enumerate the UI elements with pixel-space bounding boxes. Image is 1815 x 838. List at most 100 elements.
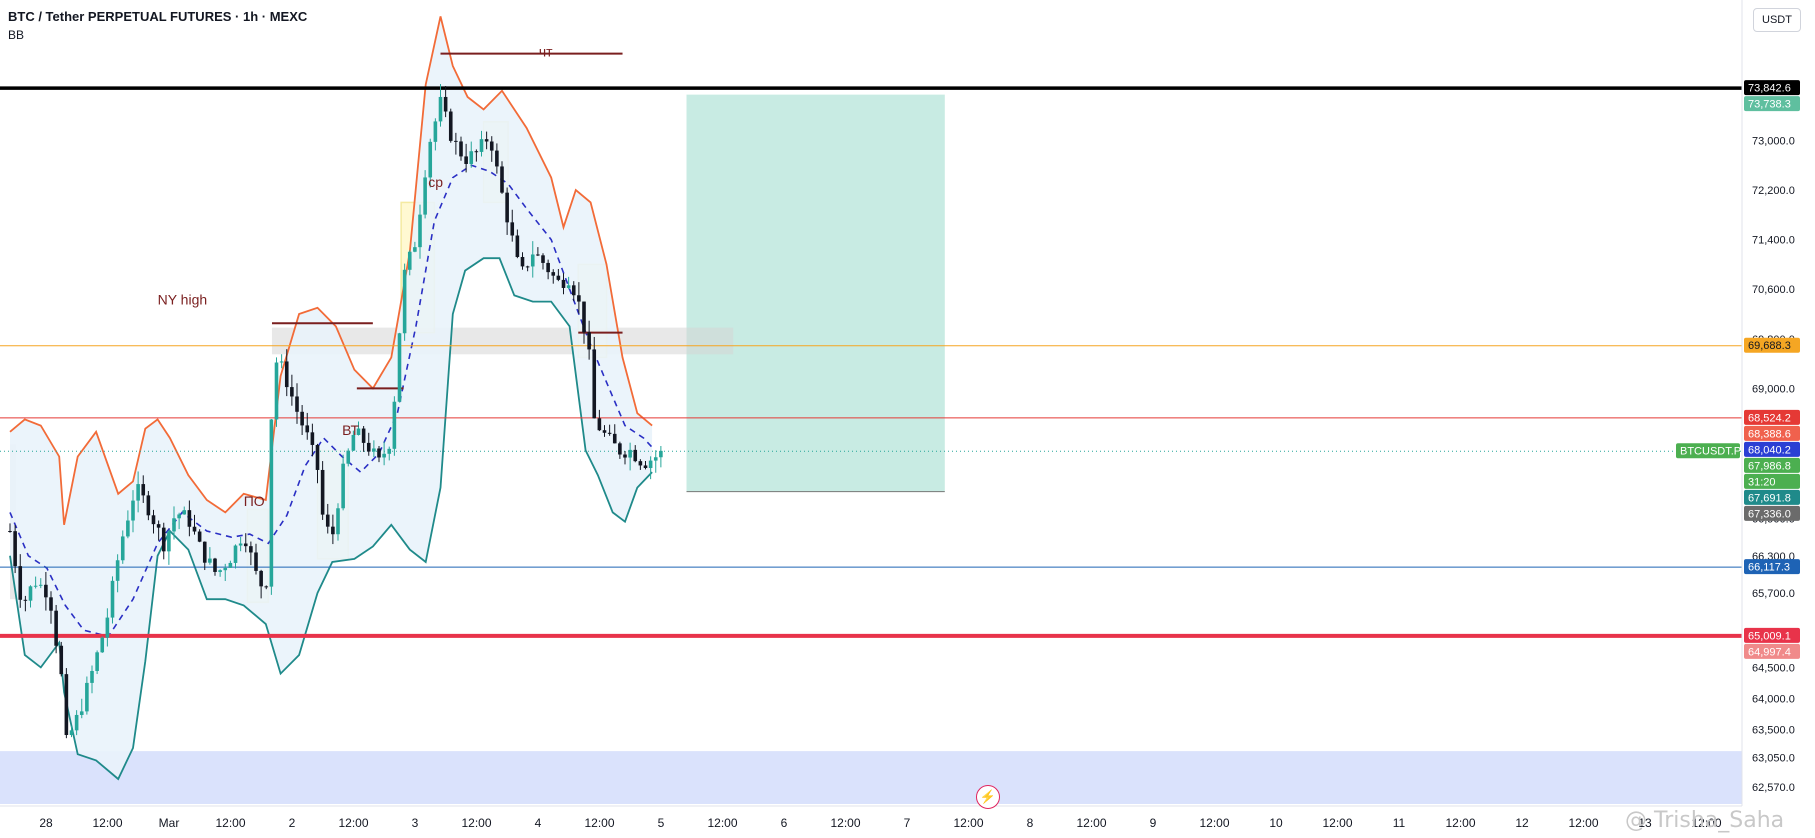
target-zone[interactable]	[686, 94, 945, 492]
price-axis[interactable]: 62,570.0 63,050.0 63,500.0 64,000.0 64,500.0…	[1741, 0, 1815, 806]
candle-body	[44, 584, 48, 598]
time-tick-label: 12:00	[830, 816, 860, 830]
time-tick-label: 8	[1027, 816, 1034, 830]
time-tick-label: Mar	[159, 816, 180, 830]
candle-body	[249, 546, 253, 553]
candle-body	[484, 139, 489, 142]
candle-body	[213, 558, 217, 572]
bollinger-bands	[9, 16, 653, 781]
candle-body	[454, 140, 458, 142]
candle-body	[464, 156, 468, 164]
time-tick-label: 12:00	[338, 816, 368, 830]
price-label: 66,117.3	[1748, 562, 1790, 574]
candle-body	[177, 514, 181, 519]
candle-body	[146, 495, 151, 516]
lightning-bolt-icon[interactable]: ⚡	[976, 785, 1000, 809]
candle-body	[372, 448, 376, 452]
indicator-label[interactable]: BB	[8, 26, 307, 44]
candle-body	[120, 536, 125, 561]
candle-body	[515, 235, 520, 257]
annotation-label: NY high	[158, 292, 208, 308]
time-tick-label: 12:00	[953, 816, 983, 830]
candle-body	[551, 272, 556, 276]
candle-body	[18, 566, 23, 600]
candle-body	[131, 500, 135, 521]
chart-header: BTC / Tether PERPETUAL FUTURES · 1h · ME…	[8, 8, 307, 44]
currency-button[interactable]: USDT	[1753, 8, 1801, 32]
time-tick-label: 12:00	[584, 816, 614, 830]
candle-body	[336, 508, 340, 535]
price-label: 68,040.2	[1748, 444, 1791, 456]
candle-body	[136, 484, 140, 501]
time-tick-label: 2	[289, 816, 296, 830]
time-tick-label: 4	[535, 816, 542, 830]
candle-body	[474, 151, 479, 153]
candle-body	[115, 560, 120, 581]
candle-body	[254, 552, 258, 571]
candle-body	[638, 461, 643, 466]
price-label: 73,738.3	[1748, 99, 1791, 111]
candle-body	[300, 411, 304, 426]
price-chart[interactable]: NY high ВТ ПО ср чт 62,570.0 63,050.0 63,500.0…	[0, 0, 1815, 838]
candle-body	[536, 254, 540, 256]
candle-body	[479, 139, 484, 152]
candle-body	[223, 567, 228, 571]
candle-body	[418, 214, 422, 248]
candle-body	[633, 449, 638, 462]
candle-body	[653, 457, 658, 461]
candle-body	[79, 711, 84, 715]
candle-body	[648, 460, 653, 469]
candle-body	[561, 279, 566, 288]
symbol-title[interactable]: BTC / Tether PERPETUAL FUTURES · 1h · ME…	[8, 8, 307, 26]
candle-body	[105, 617, 110, 638]
time-tick-label: 11	[1393, 816, 1406, 830]
candle-body	[571, 285, 576, 296]
price-tick-label: 71,400.0	[1752, 235, 1795, 247]
candle-body	[182, 510, 187, 515]
price-label: 73,842.6	[1748, 83, 1791, 95]
candle-body	[279, 361, 284, 363]
price-label: 69,688.3	[1748, 340, 1791, 352]
candle-body	[505, 192, 509, 223]
candle-body	[202, 541, 207, 563]
candle-body	[612, 433, 617, 444]
candle-body	[541, 255, 545, 263]
candle-body	[95, 652, 99, 671]
candle-body	[192, 526, 197, 532]
candle-body	[259, 570, 263, 587]
candle-body	[495, 150, 499, 167]
time-tick-label: 12:00	[1445, 816, 1475, 830]
candle-body	[366, 442, 371, 452]
candle-body	[587, 332, 591, 350]
symbol-tag: BTCUSDT.P	[1680, 446, 1741, 458]
price-tick-label: 63,050.0	[1752, 752, 1795, 764]
candle-body	[69, 730, 74, 736]
candle-body	[74, 714, 79, 731]
candle-body	[618, 443, 622, 455]
candle-body	[151, 515, 156, 525]
candle-body	[402, 269, 407, 334]
annotation-label: ВТ	[342, 422, 359, 438]
candle-body	[407, 251, 412, 270]
price-tick-label: 73,000.0	[1752, 135, 1795, 147]
time-axis[interactable]: 28 12:00 Mar 12:00 2 12:00 3 12:00 4 12:00 5 12:00 6…	[0, 805, 1815, 838]
price-tick-label: 62,570.0	[1752, 782, 1795, 794]
candle-body	[38, 584, 43, 586]
candle-body	[325, 514, 330, 527]
time-tick-label: 3	[412, 816, 419, 830]
watermark: @ Trisha_Saha	[1625, 808, 1785, 833]
time-tick-label: 10	[1269, 816, 1283, 830]
candle-body	[377, 448, 381, 458]
candle-body	[85, 682, 89, 712]
candle-body	[500, 166, 504, 193]
candle-body	[90, 670, 94, 683]
candle-body	[126, 520, 130, 537]
candle-body	[607, 432, 612, 434]
price-tick-label: 69,000.0	[1752, 383, 1795, 395]
candle-body	[49, 597, 53, 611]
time-tick-label: 12:00	[1076, 816, 1106, 830]
candle-body	[320, 469, 325, 515]
candle-body	[413, 247, 417, 252]
candle-body	[238, 543, 243, 546]
candle-body	[110, 580, 115, 618]
